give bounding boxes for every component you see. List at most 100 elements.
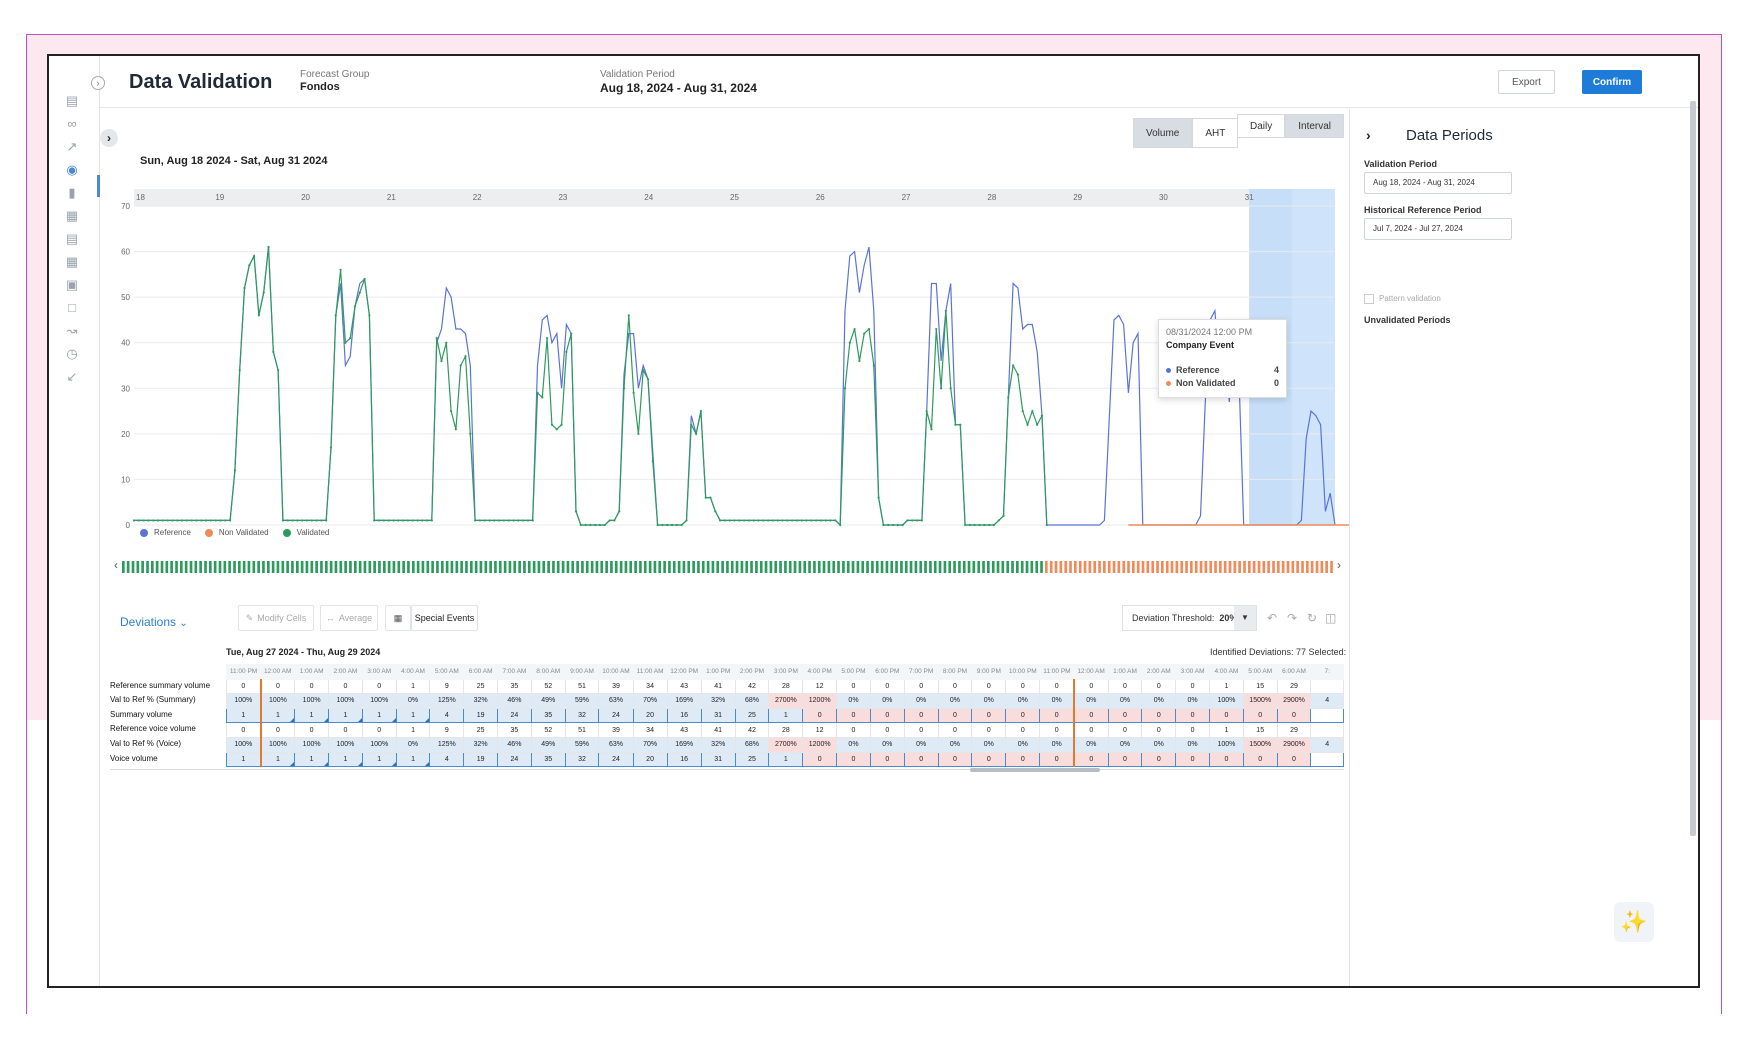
grid-cell[interactable]: 0 [1005,751,1041,768]
grid-cell[interactable]: 43 [666,678,702,695]
grid-cell[interactable]: 0 [971,751,1007,768]
grid-cell[interactable]: 100% [225,736,262,753]
grid-cell[interactable]: 4 [1310,693,1344,709]
grid-cell[interactable]: 0% [1107,736,1143,753]
grid-cell[interactable]: 1 [361,707,397,724]
grid-column-header[interactable]: 5:00 PM [836,664,871,680]
grid-cell[interactable]: 0 [1072,678,1109,695]
legend-reference[interactable]: Reference [140,528,191,537]
grid-column-header[interactable]: 6:00 AM [1276,664,1312,680]
clock-icon[interactable]: ◷ [64,346,80,362]
grid-cell[interactable]: 100% [259,736,296,753]
grid-cell[interactable]: 100% [294,736,330,753]
grid-column-header[interactable]: 4:00 AM [1209,664,1244,680]
grid-cell[interactable]: 1 [328,751,363,768]
grid-cell[interactable]: 39 [598,678,634,695]
deviations-dropdown[interactable]: Deviations ⌄ [120,615,188,629]
grid-cell[interactable]: 0 [361,678,397,695]
grid-cell[interactable]: 2700% [768,693,804,709]
bar-chart-icon[interactable]: ▮ [64,185,80,201]
grid-cell[interactable]: 42 [734,722,770,738]
grid-cell[interactable]: 0 [836,707,871,724]
grid-cell[interactable]: 0% [1072,736,1109,753]
grid-cell[interactable]: 12 [802,678,838,695]
redo-icon[interactable]: ↷ [1287,611,1297,625]
grid-cell[interactable]: 1 [328,707,363,724]
grid-cell[interactable]: 0 [971,722,1007,738]
grid-cell[interactable]: 0 [937,722,973,738]
grid-cell[interactable]: 0% [903,736,939,753]
grid-cell[interactable]: 0 [225,678,262,695]
grid-cell[interactable]: 9 [429,678,465,695]
grid-cell[interactable]: 0 [1141,751,1177,768]
grid-cell[interactable]: 63% [598,736,634,753]
export-button[interactable]: Export [1498,70,1555,94]
grid-cell[interactable]: 0% [836,693,871,709]
grid-cell[interactable]: 0 [328,678,363,695]
grid-cell[interactable]: 0 [971,707,1007,724]
grid-cell[interactable]: 169% [666,736,702,753]
grid-cell[interactable]: 169% [666,693,702,709]
calendar-button[interactable]: ▦ [385,605,411,631]
grid-cell[interactable]: 100% [361,693,397,709]
grid-cell[interactable]: 16 [666,707,702,724]
grid-column-header[interactable]: 2:00 AM [328,664,363,680]
refresh-icon[interactable]: ↻ [1307,611,1317,625]
grid-cell[interactable]: 35 [530,751,566,768]
chart-navigator[interactable] [122,561,1335,573]
grid-cell[interactable]: 125% [429,736,465,753]
grid-cell[interactable]: 0 [937,678,973,695]
historical-period-field[interactable]: Jul 7, 2024 - Jul 27, 2024 [1364,218,1512,240]
special-events-button[interactable]: Special Events [411,605,478,631]
grid-cell[interactable]: 0 [869,678,905,695]
grid-cell[interactable]: 100% [294,693,330,709]
grid-cell[interactable]: 0 [1175,751,1210,768]
grid-cell[interactable]: 2700% [768,736,804,753]
grid-cell[interactable]: 63% [598,693,634,709]
legend-validated[interactable]: Validated [282,528,329,537]
grid-cell[interactable]: 32 [564,707,600,724]
trend-icon[interactable]: ↝ [64,323,80,339]
grid-cell[interactable]: 100% [328,693,363,709]
grid-cell[interactable]: 0 [1107,751,1143,768]
grid-cell[interactable]: 1500% [1242,693,1278,709]
grid-cell[interactable]: 1 [225,751,262,768]
grid-column-header[interactable]: 12:00 AM [260,664,296,680]
grid-cell[interactable]: 0 [1209,751,1244,768]
grid-cell[interactable]: 46% [497,693,532,709]
grid-cell[interactable]: 0% [1141,693,1177,709]
grid-cell[interactable]: 1 [395,751,431,768]
grid-column-header[interactable]: 3:00 AM [361,664,397,680]
grid-column-header[interactable]: 7: [1310,664,1344,680]
grid-cell[interactable]: 0 [1039,707,1075,724]
grid-column-header[interactable]: 4:00 AM [395,664,431,680]
grid-cell[interactable]: 34 [632,678,668,695]
grid-cell[interactable]: 41 [700,722,736,738]
grid-cell[interactable]: 0 [1175,722,1210,738]
grid-cell[interactable]: 0% [395,736,431,753]
grid-cell[interactable]: 0 [1141,707,1177,724]
aht-toggle[interactable]: AHT [1192,118,1239,148]
grid-column-header[interactable]: 12:00 PM [666,664,702,680]
grid-cell[interactable]: 0% [1107,693,1143,709]
image-icon[interactable]: ▣ [64,277,80,293]
grid-column-header[interactable]: 3:00 PM [768,664,804,680]
grid-cell[interactable]: 32% [700,736,736,753]
grid-cell[interactable]: 2900% [1276,693,1312,709]
navigator-right-icon[interactable]: › [1337,558,1341,572]
grid-cell[interactable]: 0 [937,707,973,724]
grid-cell[interactable]: 1 [1209,722,1244,738]
grid-cell[interactable]: 41 [700,678,736,695]
grid-cell[interactable]: 68% [734,693,770,709]
grid-cell[interactable]: 0 [259,722,296,738]
grid-cell[interactable]: 1 [294,751,330,768]
grid-cell[interactable]: 125% [429,693,465,709]
grid-cell[interactable]: 0% [869,693,905,709]
grid-cell[interactable]: 1 [768,751,804,768]
grid-cell[interactable]: 1 [1209,678,1244,695]
grid-cell[interactable]: 100% [1209,693,1244,709]
grid-cell[interactable]: 46% [497,736,532,753]
grid-cell[interactable]: 2900% [1276,736,1312,753]
panel-chevron-icon[interactable]: › [1366,127,1371,143]
document-icon[interactable]: ▤ [64,231,80,247]
